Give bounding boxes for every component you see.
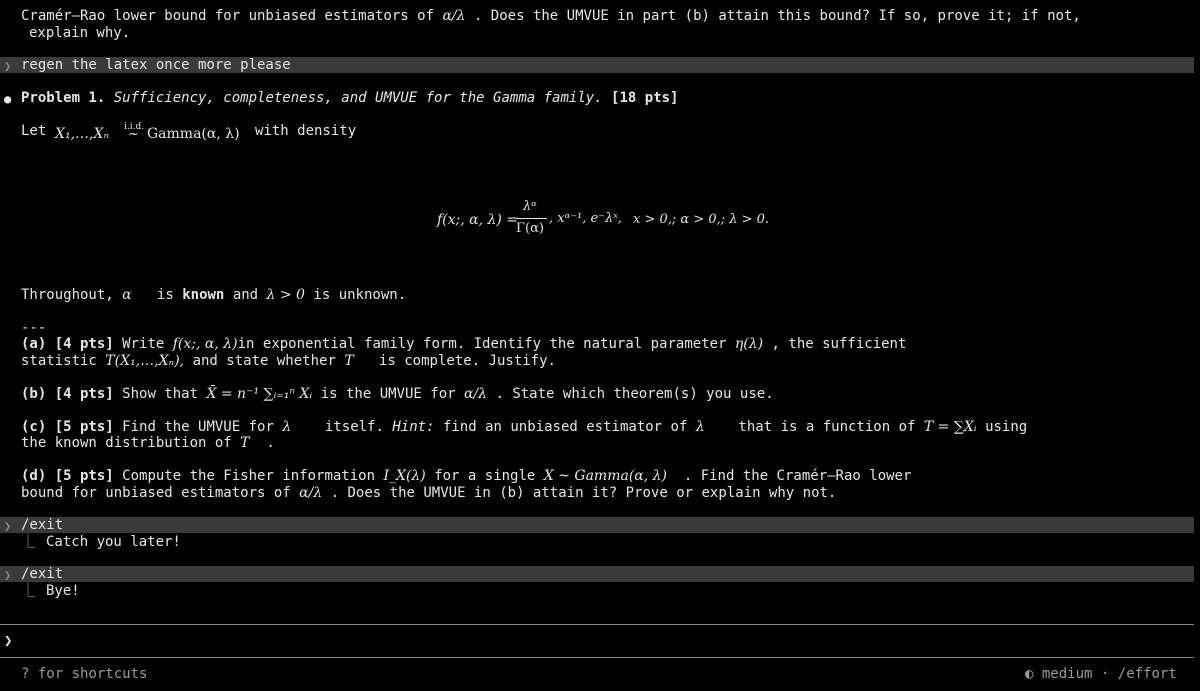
prev-text-line2: explain why. [29,25,131,41]
exit-command-text: /exit [21,517,64,533]
input-top-border [0,624,1194,625]
exit-reply-text: Catch you later! [46,534,181,550]
exit-command-row-2 [0,566,1194,582]
density-denominator: Γ(α) [516,221,544,236]
density-rest: , xᵅ⁻¹, e⁻λˣ, [549,211,623,226]
throughout-line: Throughout, α is known and λ > 0 is unkn… [21,287,407,303]
gamma-distribution: Gamma(α, λ) [147,126,240,142]
user-prompt-text: regen the latex once more please [21,57,291,73]
part-a-line2: statistic T(X₁,…,Xₙ), and state whether … [21,353,556,369]
with-density-label: with density [255,123,357,139]
density-condition: x > 0,; α > 0,; λ > 0. [633,212,770,227]
message-input[interactable] [21,628,1191,654]
half-circle-icon: ◐ [1025,666,1034,682]
part-b-line: (b) [4 pts] Show that X̄ = n⁻¹ ∑ᵢ₌₁ⁿ Xᵢ … [21,386,774,402]
reply-corner-icon: ⎿ [21,583,35,599]
part-c-line2: the known distribution of T . [21,435,275,451]
exit-command-text-2: /exit [21,566,64,582]
iid-tilde: ~ [128,127,139,142]
exit-command-row [0,517,1194,533]
prompt-chevron-icon: ❯ [4,519,12,533]
part-c-line1: (c) [5 pts] Find the UMVUE for λ itself.… [21,419,1028,435]
effort-indicator[interactable]: ◐ medium · /effort [1025,666,1177,683]
prompt-chevron-icon: ❯ [4,59,12,73]
problem-heading: Problem 1. Sufficiency, completeness, an… [21,90,679,106]
let-word: Let [21,123,47,139]
let-variables: X₁,…,Xₙ [55,126,110,142]
density-lhs: f(x;, α, λ) = [437,212,519,228]
separator-dashes: --- [21,320,47,336]
part-d-line2: bound for unbiased estimators of α/λ . D… [21,485,837,501]
input-bottom-border [0,657,1194,658]
exit-reply-text-2: Bye! [46,583,80,599]
shortcuts-hint[interactable]: ? for shortcuts [21,666,147,683]
prev-text-line1: Cramér–Rao lower bound for unbiased esti… [21,8,1081,24]
part-a-line1: (a) [4 pts] Write f(x;, α, λ)in exponent… [21,336,907,352]
part-d-line1: (d) [5 pts] Compute the Fisher informati… [21,468,912,484]
prompt-chevron-icon: ❯ [4,568,12,582]
response-bullet-icon: ● [4,92,12,106]
density-numerator: λᵅ [523,199,537,214]
fraction-bar [516,218,547,219]
input-prompt-icon: ❯ [4,633,13,649]
reply-corner-icon: ⎿ [21,534,35,550]
